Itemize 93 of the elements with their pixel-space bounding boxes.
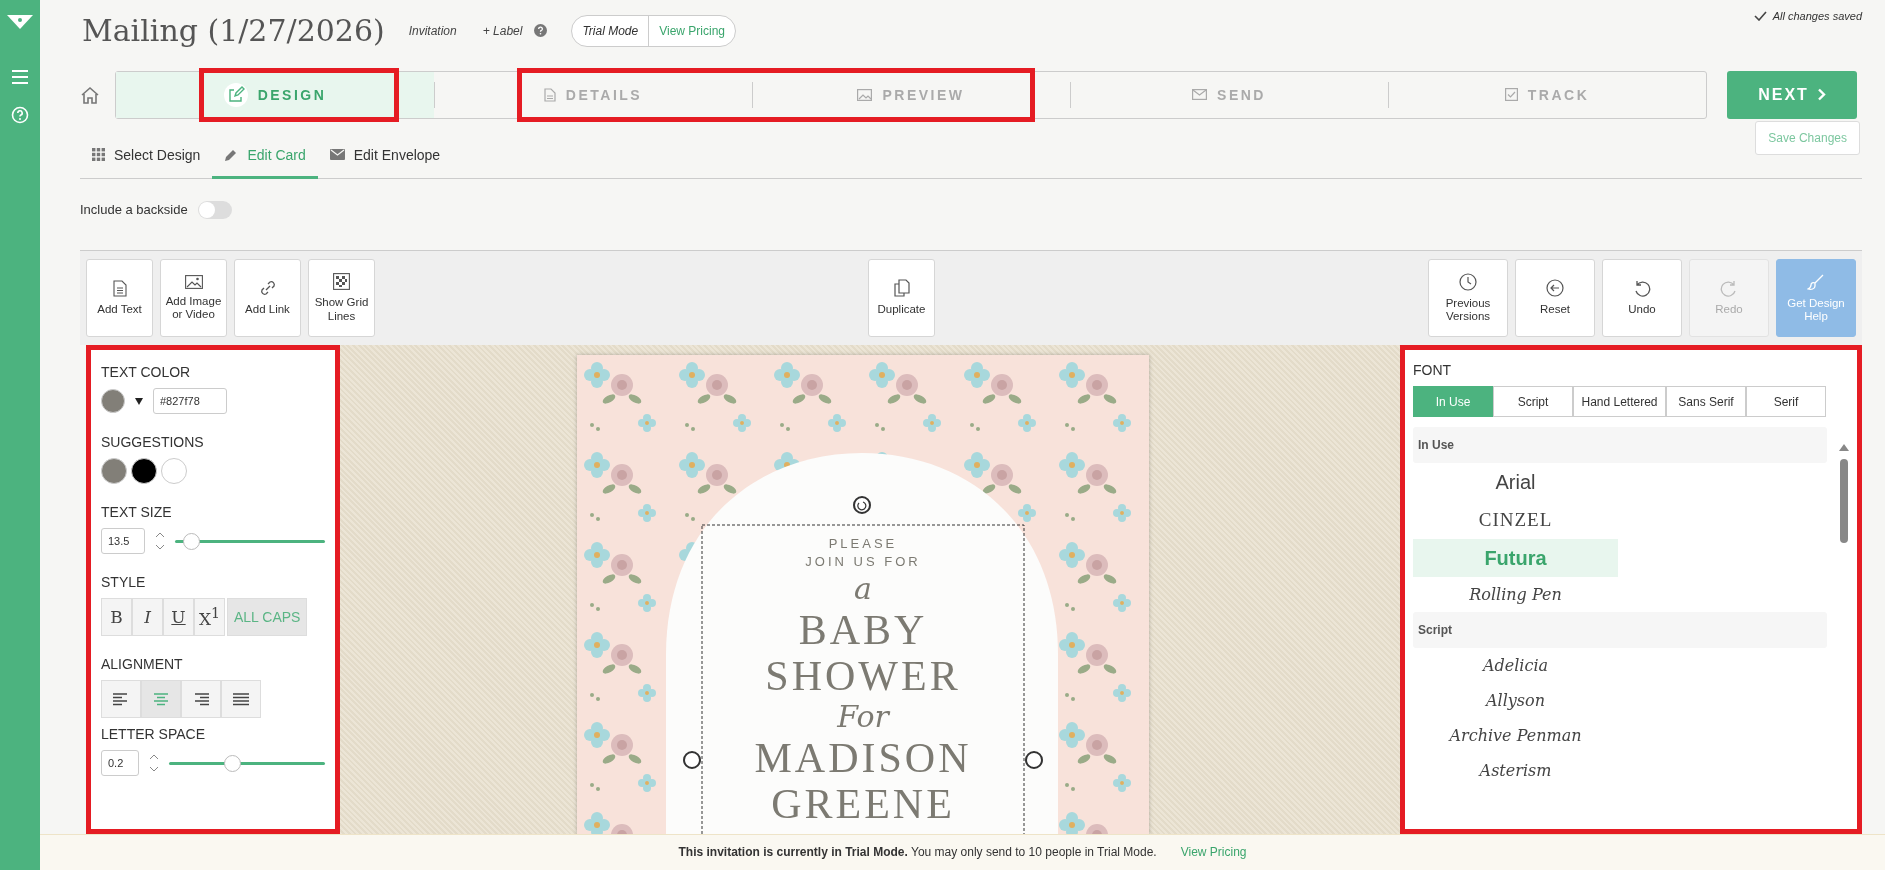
backside-toggle[interactable]	[197, 200, 232, 219]
menu-icon[interactable]	[12, 70, 28, 84]
help-icon[interactable]	[11, 106, 29, 124]
pencil-icon	[224, 147, 239, 162]
trial-mode-label: Trial Mode	[572, 15, 650, 46]
toolbar-button[interactable]: Undo	[1602, 259, 1682, 338]
font-option[interactable]: Asterism	[1413, 753, 1618, 789]
font-option[interactable]: Rolling Pen	[1413, 577, 1618, 613]
font-category-tab[interactable]: Sans Serif	[1666, 386, 1746, 418]
font-option[interactable]: Archive Penman	[1413, 718, 1618, 754]
clock-icon	[1459, 272, 1477, 291]
font-category-tab[interactable]: Serif	[1746, 386, 1826, 418]
stepper-arrows-icon[interactable]	[149, 753, 159, 774]
alignment-toggle[interactable]	[141, 680, 181, 719]
section-heading: TEXT SIZE	[101, 504, 173, 521]
style-toggle[interactable]: X$^{1}$	[194, 598, 225, 637]
color-swatch[interactable]	[131, 458, 157, 485]
card-text[interactable]: MADISON	[754, 735, 972, 782]
copy-icon	[893, 279, 910, 298]
envelope-icon	[329, 149, 345, 161]
card-text[interactable]: BABY	[798, 607, 928, 654]
save-status: All changes saved	[1772, 10, 1862, 22]
alignment-toggle[interactable]	[181, 680, 221, 719]
style-toggle[interactable]: B	[101, 598, 132, 637]
section-heading: SUGGESTIONS	[101, 434, 205, 451]
font-option[interactable]: CINZEL	[1413, 501, 1618, 540]
toolbar-button[interactable]: Show Grid Lines	[308, 259, 375, 338]
toolbar-button[interactable]: Previous Versions	[1428, 259, 1508, 338]
font-category-tab[interactable]: Hand Lettered	[1573, 386, 1666, 418]
image-icon	[184, 274, 203, 289]
font-option[interactable]: Adelicia	[1413, 648, 1618, 684]
check-icon	[1753, 11, 1767, 21]
letter-space-field[interactable]: 0.2	[101, 750, 139, 777]
card-text[interactable]: JOIN US FOR	[805, 553, 921, 572]
caret-icon[interactable]	[135, 397, 143, 405]
card-text[interactable]: a	[854, 571, 872, 608]
color-swatch[interactable]	[161, 458, 187, 485]
image-icon	[857, 88, 873, 101]
edit-icon	[223, 82, 248, 107]
section-heading: TEXT COLOR	[101, 364, 192, 381]
align-center-icon	[153, 692, 169, 706]
envelope-icon	[1192, 89, 1208, 101]
toolbar-button[interactable]: Add Link	[234, 259, 301, 338]
home-icon[interactable]	[80, 85, 100, 104]
section-heading: LETTER SPACE	[101, 726, 206, 743]
duplicate-button[interactable]: Duplicate	[868, 259, 935, 338]
slider-thumb[interactable]	[224, 754, 242, 772]
font-option[interactable]: Arial	[1413, 463, 1618, 502]
card-text[interactable]: GREENE	[771, 781, 955, 828]
text-size-field[interactable]: 13.5	[101, 528, 145, 555]
alignment-toggle[interactable]	[221, 680, 261, 719]
section-heading: FONT	[1413, 362, 1453, 379]
trial-message: This invitation is currently in Trial Mode. You may only send to 10 people in Trial Mode.	[678, 845, 1157, 860]
font-option[interactable]: Allyson	[1413, 683, 1618, 719]
color-swatch[interactable]	[101, 458, 127, 485]
sub-tab[interactable]: Select Design	[80, 146, 213, 179]
card-text[interactable]: SHOWER	[765, 653, 961, 700]
card-text[interactable]: PLEASE	[828, 535, 898, 554]
align-left-icon	[113, 692, 129, 706]
chevron-icon	[1816, 88, 1826, 102]
align-right-icon	[193, 692, 209, 706]
add-label-link[interactable]: + Label	[482, 23, 523, 38]
alignment-toggle[interactable]	[101, 680, 141, 719]
slider-thumb[interactable]	[183, 532, 200, 550]
toolbar-button[interactable]: Add Text	[86, 259, 153, 338]
toolbar-button[interactable]: Reset	[1515, 259, 1595, 338]
brush-icon	[1807, 272, 1825, 291]
redo-icon	[1720, 279, 1738, 298]
link-icon	[258, 279, 277, 298]
style-toggle[interactable]: U	[163, 598, 194, 637]
mailing-type: Invitation	[408, 23, 457, 38]
grid-icon	[333, 273, 350, 290]
justify-icon	[233, 692, 249, 706]
color-swatch[interactable]	[101, 389, 125, 414]
font-group-header: Script	[1413, 612, 1827, 649]
document-icon	[543, 87, 556, 102]
font-group-header: In Use	[1413, 427, 1827, 464]
section-heading: ALIGNMENT	[101, 656, 184, 673]
section-heading: STYLE	[101, 574, 147, 591]
page-title: Mailing (1/27/2026)	[82, 13, 385, 49]
hex-color-field[interactable]: #827f78	[153, 388, 227, 415]
help-icon[interactable]	[534, 24, 548, 38]
undo-icon	[1633, 279, 1651, 298]
stepper-arrows-icon[interactable]	[155, 531, 165, 552]
backside-label: Include a backside	[80, 202, 188, 217]
grid-icon	[92, 148, 105, 162]
card-text[interactable]: For	[837, 699, 889, 736]
font-category-tab[interactable]: Script	[1493, 386, 1573, 418]
document-icon	[112, 279, 127, 297]
toolbar-button[interactable]: Add Image or Video	[160, 259, 227, 338]
checkbox-icon	[1504, 88, 1518, 102]
sub-tab[interactable]: Edit Envelope	[317, 146, 453, 179]
style-toggle[interactable]: I	[132, 598, 163, 637]
